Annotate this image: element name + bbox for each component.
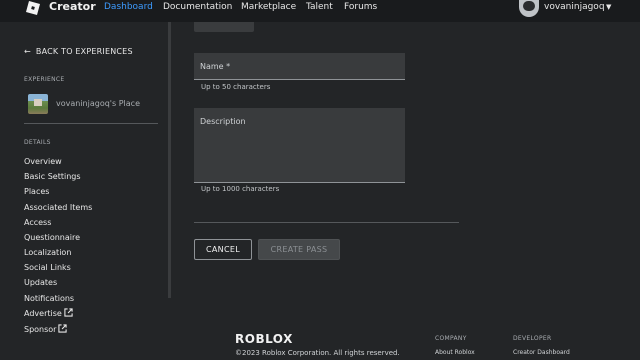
- top-navigation-bar: Creator Dashboard Documentation Marketpl…: [0, 0, 640, 22]
- sidebar-item-places[interactable]: Places: [24, 186, 49, 197]
- external-link-icon: [64, 308, 73, 317]
- back-label: BACK TO EXPERIENCES: [35, 47, 133, 56]
- sidebar-item-sponsor[interactable]: Sponsor: [24, 324, 68, 335]
- sidebar-divider: [24, 123, 158, 124]
- sidebar-item-notifications[interactable]: Notifications: [24, 293, 74, 304]
- nav-marketplace[interactable]: Marketplace: [241, 1, 296, 13]
- sidebar-item-basic-settings[interactable]: Basic Settings: [24, 171, 81, 182]
- cancel-button[interactable]: CANCEL: [194, 239, 252, 260]
- arrow-left-icon: ←: [24, 47, 31, 56]
- sidebar-item-access[interactable]: Access: [24, 217, 51, 228]
- sidebar-item-localization[interactable]: Localization: [24, 247, 71, 258]
- sidebar-item-advertise[interactable]: Advertise: [24, 308, 73, 319]
- nav-talent[interactable]: Talent: [306, 1, 333, 13]
- experience-thumbnail[interactable]: [28, 94, 48, 114]
- name-field[interactable]: Name *: [194, 53, 405, 80]
- details-section-label: DETAILS: [24, 139, 51, 146]
- nav-documentation[interactable]: Documentation: [163, 1, 232, 13]
- chevron-down-icon[interactable]: ▼: [606, 1, 611, 13]
- experience-section-label: EXPERIENCE: [24, 76, 65, 83]
- footer-creator-dashboard-link[interactable]: Creator Dashboard: [513, 349, 570, 357]
- footer-developer-heading: DEVELOPER: [513, 335, 552, 342]
- sponsor-label: Sponsor: [24, 325, 57, 334]
- sidebar-item-updates[interactable]: Updates: [24, 277, 57, 288]
- sidebar-item-overview[interactable]: Overview: [24, 156, 62, 167]
- experience-name[interactable]: vovaninjagoq's Place: [56, 98, 140, 110]
- sidebar-item-social-links[interactable]: Social Links: [24, 262, 71, 273]
- sidebar-scrollbar[interactable]: [168, 22, 171, 298]
- create-pass-button[interactable]: CREATE PASS: [258, 239, 340, 260]
- user-avatar[interactable]: [519, 0, 539, 17]
- username-label[interactable]: vovaninjagoq: [544, 1, 605, 13]
- description-helper-text: Up to 1000 characters: [201, 185, 280, 193]
- nav-dashboard[interactable]: Dashboard: [104, 1, 153, 13]
- sidebar-item-associated-items[interactable]: Associated Items: [24, 202, 92, 213]
- description-field[interactable]: Description: [194, 108, 405, 183]
- footer-about-link[interactable]: About Roblox: [435, 349, 475, 357]
- roblox-logo-icon[interactable]: [25, 0, 41, 16]
- copyright-text: ©2023 Roblox Corporation. All rights res…: [235, 349, 400, 357]
- roblox-footer-logo: ROBLOX: [235, 332, 293, 346]
- name-helper-text: Up to 50 characters: [201, 83, 271, 91]
- external-link-icon: [58, 324, 68, 333]
- creator-brand-link[interactable]: Creator: [49, 0, 96, 14]
- form-divider: [194, 222, 459, 223]
- name-field-label: Name *: [200, 62, 231, 71]
- sidebar-item-questionnaire[interactable]: Questionnaire: [24, 232, 80, 243]
- back-to-experiences-link[interactable]: ← BACK TO EXPERIENCES: [24, 46, 133, 58]
- description-field-label: Description: [200, 117, 246, 126]
- advertise-label: Advertise: [24, 309, 62, 318]
- upload-image-button[interactable]: [194, 22, 254, 32]
- nav-forums[interactable]: Forums: [344, 1, 377, 13]
- footer-company-heading: COMPANY: [435, 335, 467, 342]
